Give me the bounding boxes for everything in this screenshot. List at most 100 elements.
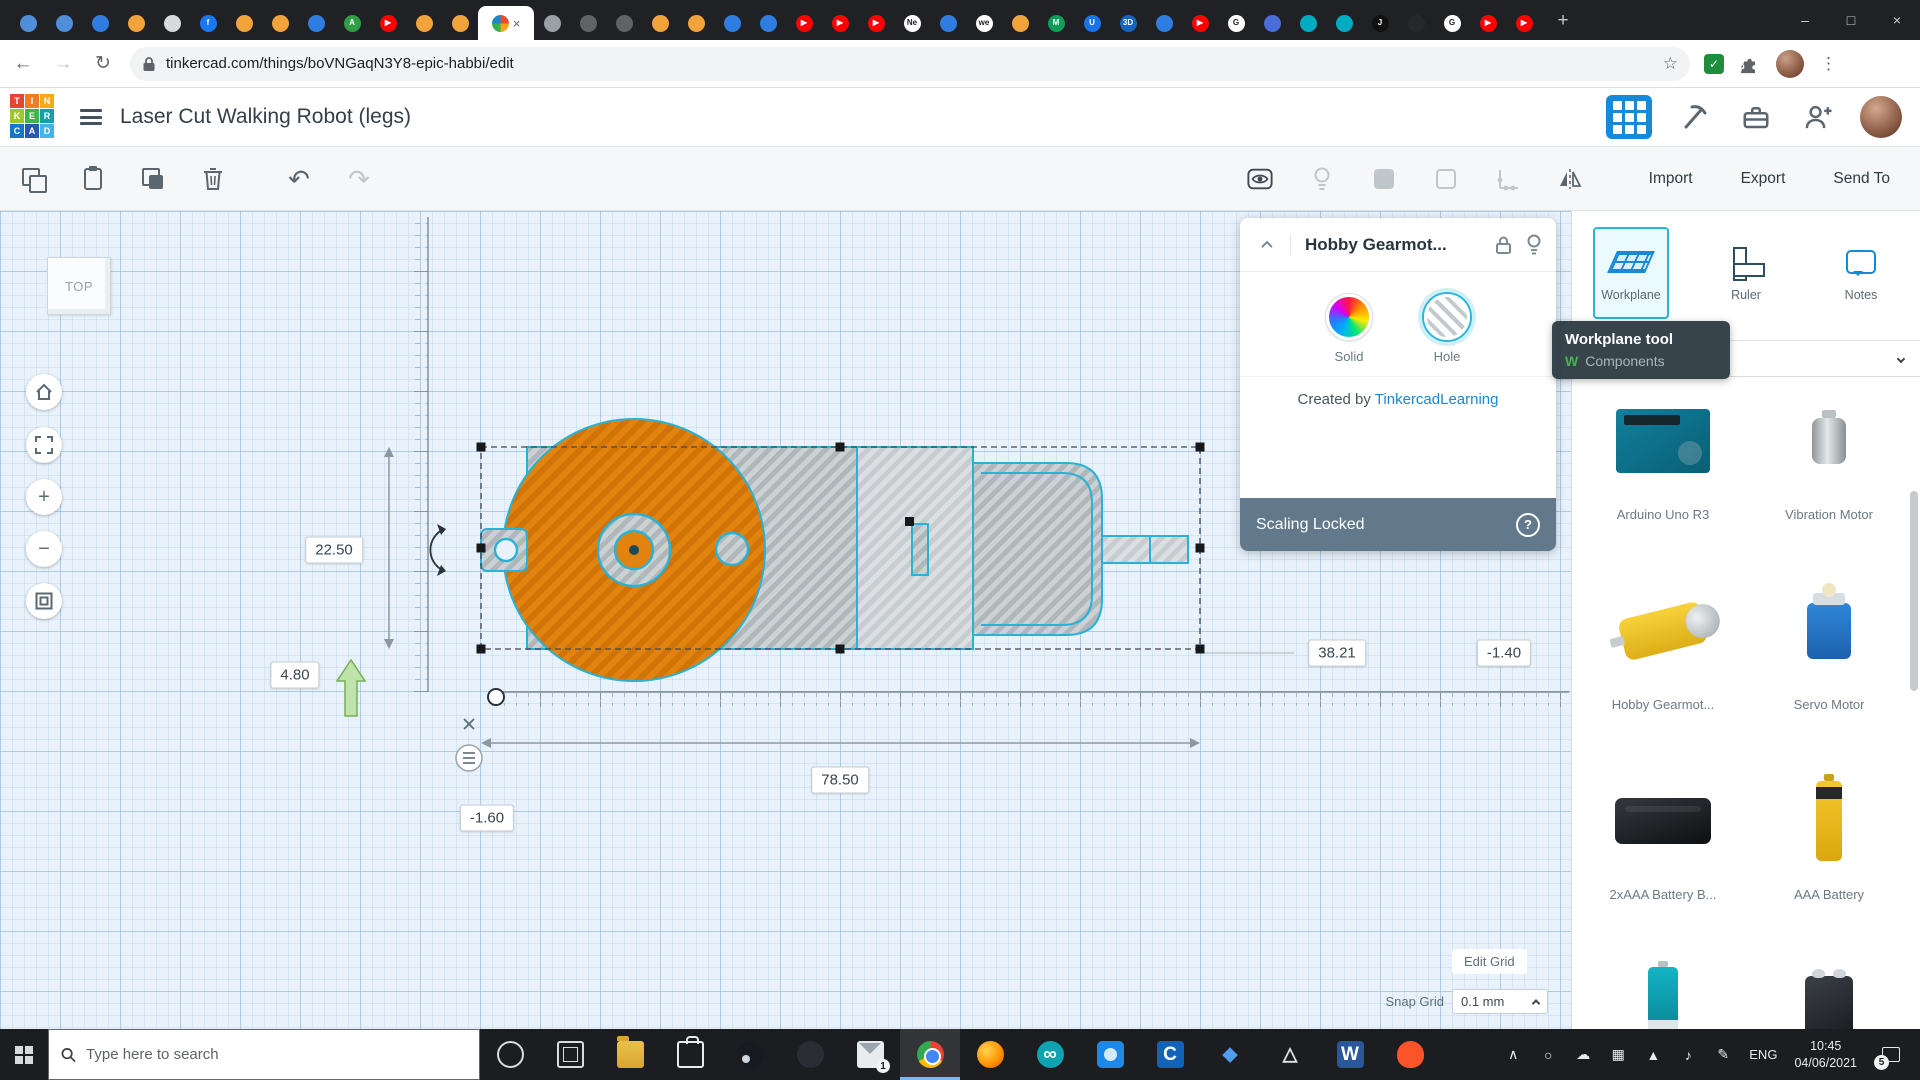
home-view-button[interactable]	[26, 374, 62, 410]
browser-menu-icon[interactable]: ⋮	[1820, 54, 1837, 74]
account-avatar[interactable]	[1860, 96, 1902, 138]
taskbar-app-icon[interactable]: ∞	[1020, 1029, 1080, 1080]
collapse-panel-tab[interactable]	[1571, 608, 1572, 644]
snap-grid-dropdown[interactable]: 0.1 mm	[1452, 989, 1548, 1014]
browser-tab[interactable]: U	[1074, 6, 1110, 40]
gearmotor-shape[interactable]	[481, 419, 1188, 681]
tray-icon[interactable]: ♪	[1679, 1047, 1697, 1063]
edit-grid-button[interactable]: Edit Grid	[1452, 949, 1527, 974]
dimension-width[interactable]: 78.50	[811, 767, 869, 794]
browser-profile-avatar[interactable]	[1776, 50, 1804, 78]
dimension-elevation[interactable]: 4.80	[270, 662, 319, 689]
browser-tab[interactable]	[10, 6, 46, 40]
tab-close-icon[interactable]: ×	[513, 17, 521, 30]
browser-tab[interactable]	[46, 6, 82, 40]
undo-button[interactable]: ↶	[286, 166, 312, 192]
browser-tab[interactable]	[226, 6, 262, 40]
part-item[interactable]: Servo Motor	[1746, 573, 1912, 763]
creator-link[interactable]: TinkercadLearning	[1375, 391, 1499, 408]
browser-tab[interactable]	[1002, 6, 1038, 40]
browser-tab[interactable]: J	[1362, 6, 1398, 40]
forward-button[interactable]: →	[46, 47, 80, 81]
align-button[interactable]	[1495, 166, 1521, 192]
browser-tab[interactable]: f	[190, 6, 226, 40]
part-item[interactable]: 2xAAA Battery B...	[1580, 763, 1746, 953]
panel-tool-button[interactable]: Notes	[1823, 227, 1899, 319]
browser-tab[interactable]: ▶	[1470, 6, 1506, 40]
taskbar-app-icon[interactable]	[900, 1029, 960, 1080]
part-item[interactable]	[1746, 953, 1912, 1029]
export-button[interactable]: Export	[1737, 164, 1790, 194]
invite-person-icon[interactable]	[1798, 97, 1838, 137]
taskbar-app-icon[interactable]: 1	[840, 1029, 900, 1080]
browser-tab[interactable]: we	[966, 6, 1002, 40]
zoom-in-button[interactable]: +	[26, 479, 62, 515]
taskbar-app-icon[interactable]: ◆	[1200, 1029, 1260, 1080]
browser-tab[interactable]: ▶	[858, 6, 894, 40]
part-item[interactable]	[1580, 953, 1746, 1029]
hide-bulb-icon[interactable]	[1309, 166, 1335, 192]
delete-button[interactable]	[200, 166, 226, 192]
mirror-button[interactable]	[1557, 166, 1583, 192]
new-tab-button[interactable]: +	[1548, 6, 1578, 36]
tray-icon[interactable]: ✎	[1714, 1046, 1732, 1063]
browser-tab[interactable]	[1254, 6, 1290, 40]
browser-tab[interactable]	[1398, 6, 1434, 40]
hole-circle[interactable]	[1424, 294, 1470, 340]
browser-tab[interactable]: ▶	[1506, 6, 1542, 40]
panel-tool-button[interactable]: Workplane	[1593, 227, 1669, 319]
browser-tab[interactable]	[534, 6, 570, 40]
copy-button[interactable]	[20, 166, 46, 192]
back-button[interactable]: ←	[6, 47, 40, 81]
tray-icon[interactable]: ☁	[1574, 1046, 1592, 1063]
browser-tab[interactable]	[642, 6, 678, 40]
part-item[interactable]: AAA Battery	[1746, 763, 1912, 953]
browser-tab[interactable]: 3D	[1110, 6, 1146, 40]
browser-tab[interactable]: ×	[478, 6, 534, 40]
elevation-arrow-handle[interactable]	[337, 660, 365, 716]
browser-tab[interactable]: M	[1038, 6, 1074, 40]
paste-button[interactable]	[80, 166, 106, 192]
browser-tab[interactable]	[714, 6, 750, 40]
view-cube[interactable]: TOP	[47, 257, 111, 315]
panel-tool-button[interactable]: Ruler	[1708, 227, 1784, 319]
window-maximize-button[interactable]: □	[1828, 0, 1874, 40]
browser-tab[interactable]	[262, 6, 298, 40]
extensions-puzzle-icon[interactable]	[1740, 54, 1760, 74]
browser-tab[interactable]: ▶	[822, 6, 858, 40]
design-menu-icon[interactable]	[78, 106, 104, 128]
taskbar-app-icon[interactable]	[1380, 1029, 1440, 1080]
browser-tab[interactable]	[406, 6, 442, 40]
extension-check-icon[interactable]: ✓	[1704, 54, 1724, 74]
taskbar-search[interactable]	[48, 1029, 480, 1080]
browser-tab[interactable]	[298, 6, 334, 40]
part-item[interactable]: Arduino Uno R3	[1580, 383, 1746, 573]
hole-swatch[interactable]: Hole	[1424, 294, 1470, 364]
taskbar-app-icon[interactable]	[780, 1029, 840, 1080]
ruler-menu-icon[interactable]	[456, 745, 482, 771]
taskbar-app-icon[interactable]	[660, 1029, 720, 1080]
browser-tab[interactable]	[1146, 6, 1182, 40]
browser-tab[interactable]	[606, 6, 642, 40]
browser-tab[interactable]	[570, 6, 606, 40]
bulb-icon[interactable]	[1526, 234, 1542, 255]
browser-tab[interactable]	[118, 6, 154, 40]
part-item[interactable]: Vibration Motor	[1746, 383, 1912, 573]
tinkercad-logo[interactable]: TINKERCAD	[10, 94, 56, 140]
send-to-button[interactable]: Send To	[1829, 164, 1894, 194]
browser-tab[interactable]: G	[1218, 6, 1254, 40]
tray-icon[interactable]: ▦	[1609, 1046, 1627, 1063]
perspective-toggle-button[interactable]	[26, 583, 62, 619]
tray-icon[interactable]: ▲	[1644, 1047, 1662, 1063]
tray-icon[interactable]: ○	[1539, 1047, 1557, 1063]
ruler-close-icon[interactable]	[464, 719, 474, 729]
browser-tab[interactable]: ▶	[786, 6, 822, 40]
browser-tab[interactable]	[442, 6, 478, 40]
tinker-pickaxe-icon[interactable]	[1674, 97, 1714, 137]
browser-tab[interactable]	[82, 6, 118, 40]
design-title[interactable]: Laser Cut Walking Robot (legs)	[120, 105, 411, 129]
browser-tab[interactable]: Ne	[894, 6, 930, 40]
taskbar-app-icon[interactable]	[540, 1029, 600, 1080]
import-button[interactable]: Import	[1645, 164, 1697, 194]
solid-color-circle[interactable]	[1326, 294, 1372, 340]
